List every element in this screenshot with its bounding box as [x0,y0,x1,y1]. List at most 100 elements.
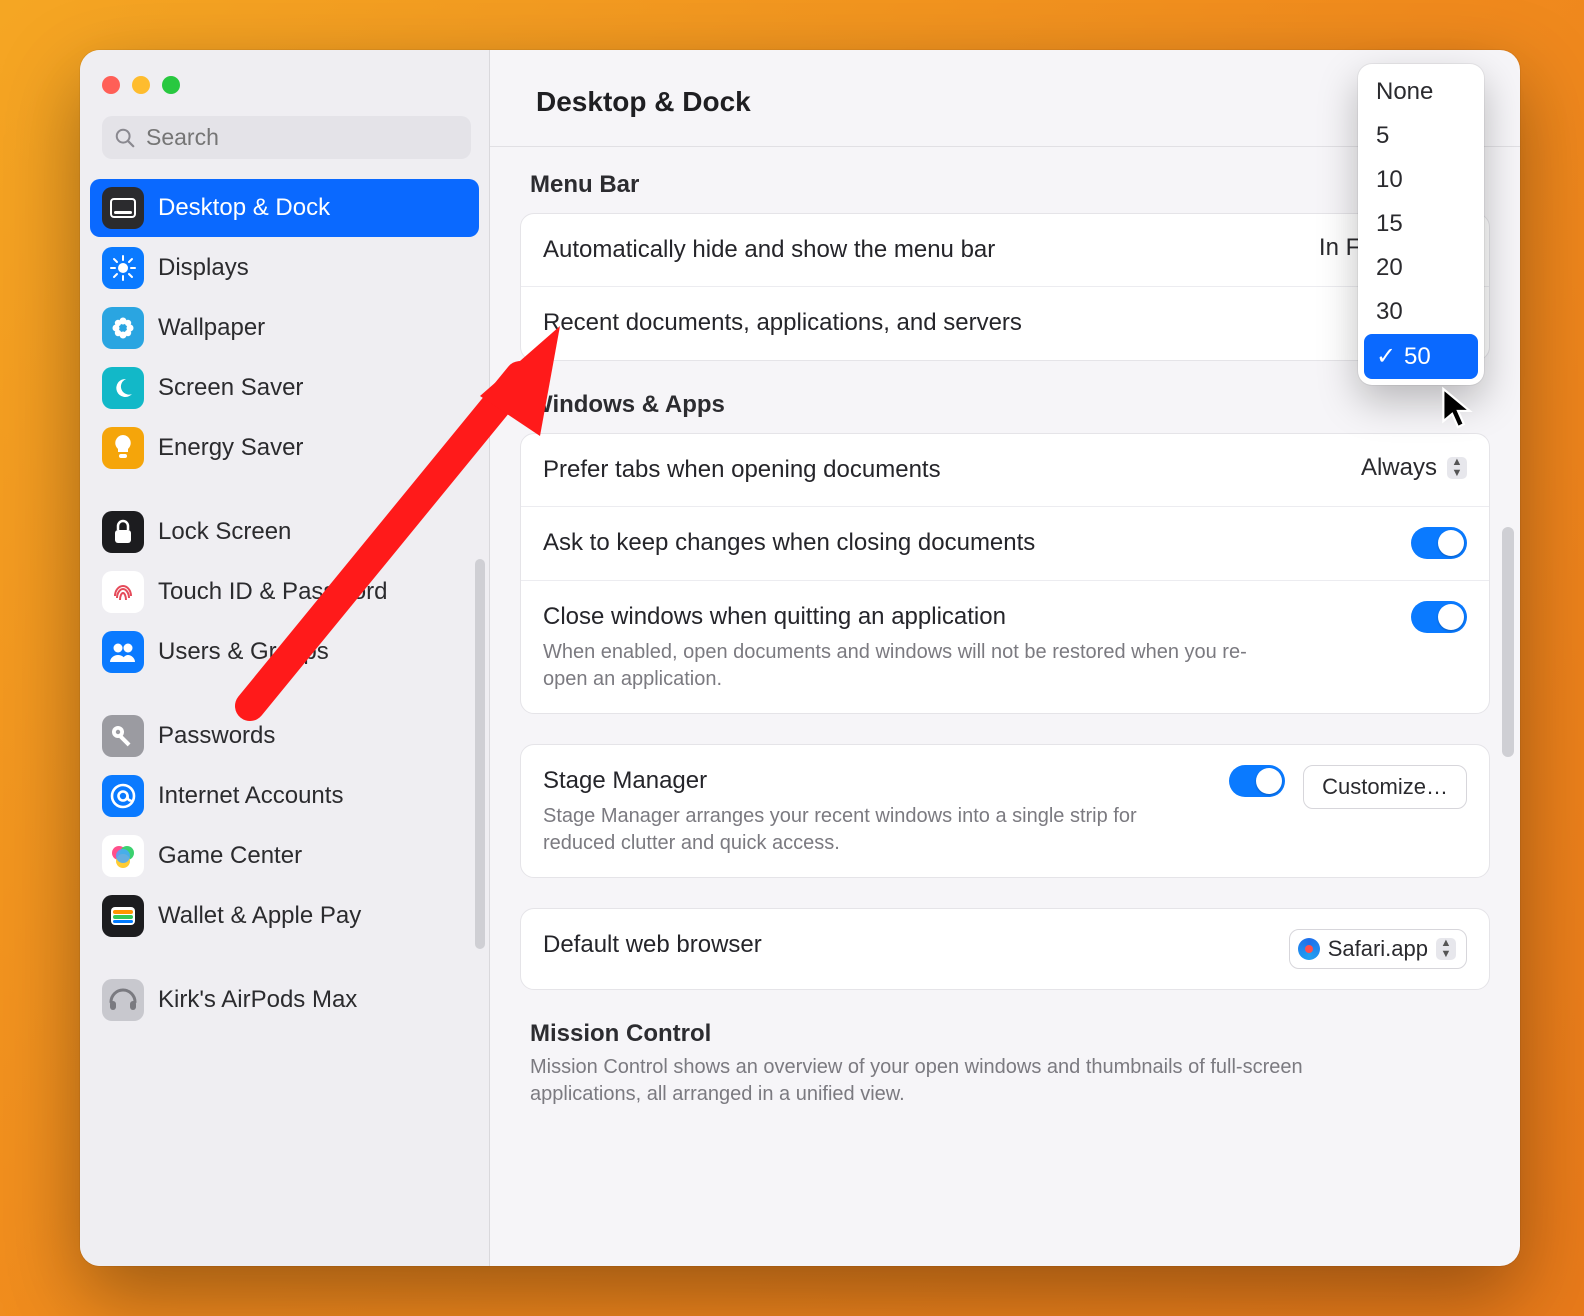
sidebar-item-label: Desktop & Dock [158,193,330,223]
mouse-cursor-icon [1440,386,1476,430]
game-center-icon [102,835,144,877]
system-settings-window: Desktop & Dock Displays Wallpaper Screen Sa… [80,50,1520,1266]
sidebar-item-internet-acct[interactable]: Internet Accounts [90,767,479,825]
check-icon: ✓ [1376,342,1396,371]
stage-manager-toggle[interactable] [1229,765,1285,797]
window-traffic-lights[interactable] [102,76,471,94]
desktop-dock-icon [102,187,144,229]
sidebar-item-label: Energy Saver [158,433,303,463]
sidebar-scrollbar[interactable] [475,559,485,949]
prefer-tabs-row: Prefer tabs when opening documents Alway… [521,434,1489,507]
sidebar-item-passwords[interactable]: Passwords [90,707,479,765]
prefer-tabs-label: Prefer tabs when opening documents [543,454,1343,486]
displays-icon [102,247,144,289]
internet-acct-icon [102,775,144,817]
default-browser-value-text: Safari.app [1328,936,1428,962]
dropdown-option-label: 10 [1376,166,1403,194]
ask-keep-changes-row: Ask to keep changes when closing documen… [521,507,1489,580]
section-windows-apps-title: Windows & Apps [530,391,1490,419]
sidebar-item-users-groups[interactable]: Users & Groups [90,623,479,681]
dropdown-option-label: 20 [1376,254,1403,282]
sidebar-item-label: Screen Saver [158,373,303,403]
wallpaper-icon [102,307,144,349]
dropdown-option-none[interactable]: None [1364,70,1478,114]
safari-icon [1298,938,1320,960]
updown-caret-icon: ▲▼ [1447,457,1467,479]
passwords-icon [102,715,144,757]
stage-manager-customize-button[interactable]: Customize… [1303,765,1467,809]
sidebar-item-label: Lock Screen [158,517,291,547]
windows-apps-card-1: Prefer tabs when opening documents Alway… [520,433,1490,714]
autohide-menubar-row: Automatically hide and show the menu bar… [521,214,1489,287]
dropdown-option-label: 30 [1376,298,1403,326]
mission-control-desc: Mission Control shows an overview of you… [530,1054,1410,1108]
default-browser-card: Default web browser Safari.app ▲▼ [520,908,1490,990]
autohide-menubar-label: Automatically hide and show the menu bar [543,234,1301,266]
dropdown-option-10[interactable]: 10 [1364,158,1478,202]
stage-manager-label: Stage Manager [543,765,1211,797]
dropdown-option-label: 5 [1376,122,1389,150]
recent-items-dropdown[interactable]: None 5 10 15 20 30 ✓ 50 [1358,64,1484,385]
dropdown-option-20[interactable]: 20 [1364,246,1478,290]
dropdown-option-label: 50 [1404,343,1431,371]
lock-screen-icon [102,511,144,553]
sidebar-item-lock-screen[interactable]: Lock Screen [90,503,479,561]
sidebar-item-label: Touch ID & Password [158,577,387,607]
sidebar-item-label: Game Center [158,841,302,871]
sidebar-item-wallet-pay[interactable]: Wallet & Apple Pay [90,887,479,945]
dropdown-option-15[interactable]: 15 [1364,202,1478,246]
section-mission-control-title: Mission Control [530,1020,1490,1048]
search-icon [114,127,136,149]
sidebar-item-label: Wallet & Apple Pay [158,901,361,931]
sidebar-item-screen-saver[interactable]: Screen Saver [90,359,479,417]
prefer-tabs-value-text: Always [1361,454,1437,482]
minimize-window-button[interactable] [132,76,150,94]
updown-caret-icon: ▲▼ [1436,938,1456,960]
sidebar-item-game-center[interactable]: Game Center [90,827,479,885]
default-browser-row: Default web browser Safari.app ▲▼ [521,909,1489,989]
dropdown-option-label: 15 [1376,210,1403,238]
page-title: Desktop & Dock [536,86,1490,118]
dropdown-option-label: None [1376,78,1433,106]
stage-manager-row: Stage Manager Stage Manager arranges you… [521,745,1489,877]
sidebar-item-label: Passwords [158,721,275,751]
zoom-window-button[interactable] [162,76,180,94]
airpods-icon [102,979,144,1021]
recent-items-row: Recent documents, applications, and serv… [521,287,1489,359]
recent-items-label: Recent documents, applications, and serv… [543,307,1449,339]
energy-saver-icon [102,427,144,469]
close-window-button[interactable] [102,76,120,94]
content-scrollbar[interactable] [1502,527,1514,757]
close-windows-quit-desc: When enabled, open documents and windows… [543,639,1263,693]
sidebar-item-label: Wallpaper [158,313,265,343]
users-groups-icon [102,631,144,673]
sidebar-item-label: Displays [158,253,249,283]
sidebar-item-displays[interactable]: Displays [90,239,479,297]
sidebar-item-touch-id[interactable]: Touch ID & Password [90,563,479,621]
default-browser-label: Default web browser [543,929,1271,961]
sidebar: Desktop & Dock Displays Wallpaper Screen Sa… [80,50,490,1266]
sidebar-item-label: Kirk's AirPods Max [158,985,357,1015]
touch-id-icon [102,571,144,613]
sidebar-item-energy-saver[interactable]: Energy Saver [90,419,479,477]
stage-manager-card: Stage Manager Stage Manager arranges you… [520,744,1490,878]
dropdown-option-30[interactable]: 30 [1364,290,1478,334]
section-menu-bar-title: Menu Bar [530,171,1490,199]
dropdown-option-5[interactable]: 5 [1364,114,1478,158]
sidebar-item-wallpaper[interactable]: Wallpaper [90,299,479,357]
ask-keep-changes-toggle[interactable] [1411,527,1467,559]
sidebar-item-desktop-dock[interactable]: Desktop & Dock [90,179,479,237]
close-windows-quit-toggle[interactable] [1411,601,1467,633]
default-browser-popup[interactable]: Safari.app ▲▼ [1289,929,1467,969]
stage-manager-desc: Stage Manager arranges your recent windo… [543,803,1211,857]
screen-saver-icon [102,367,144,409]
sidebar-item-label: Internet Accounts [158,781,343,811]
dropdown-option-50[interactable]: ✓ 50 [1364,334,1478,379]
sidebar-item-label: Users & Groups [158,637,329,667]
wallet-pay-icon [102,895,144,937]
search-field-wrap[interactable] [102,116,471,159]
sidebar-item-airpods[interactable]: Kirk's AirPods Max [90,971,479,1029]
search-input[interactable] [146,124,459,151]
prefer-tabs-popup[interactable]: Always ▲▼ [1361,454,1467,482]
close-windows-quit-label: Close windows when quitting an applicati… [543,601,1393,633]
